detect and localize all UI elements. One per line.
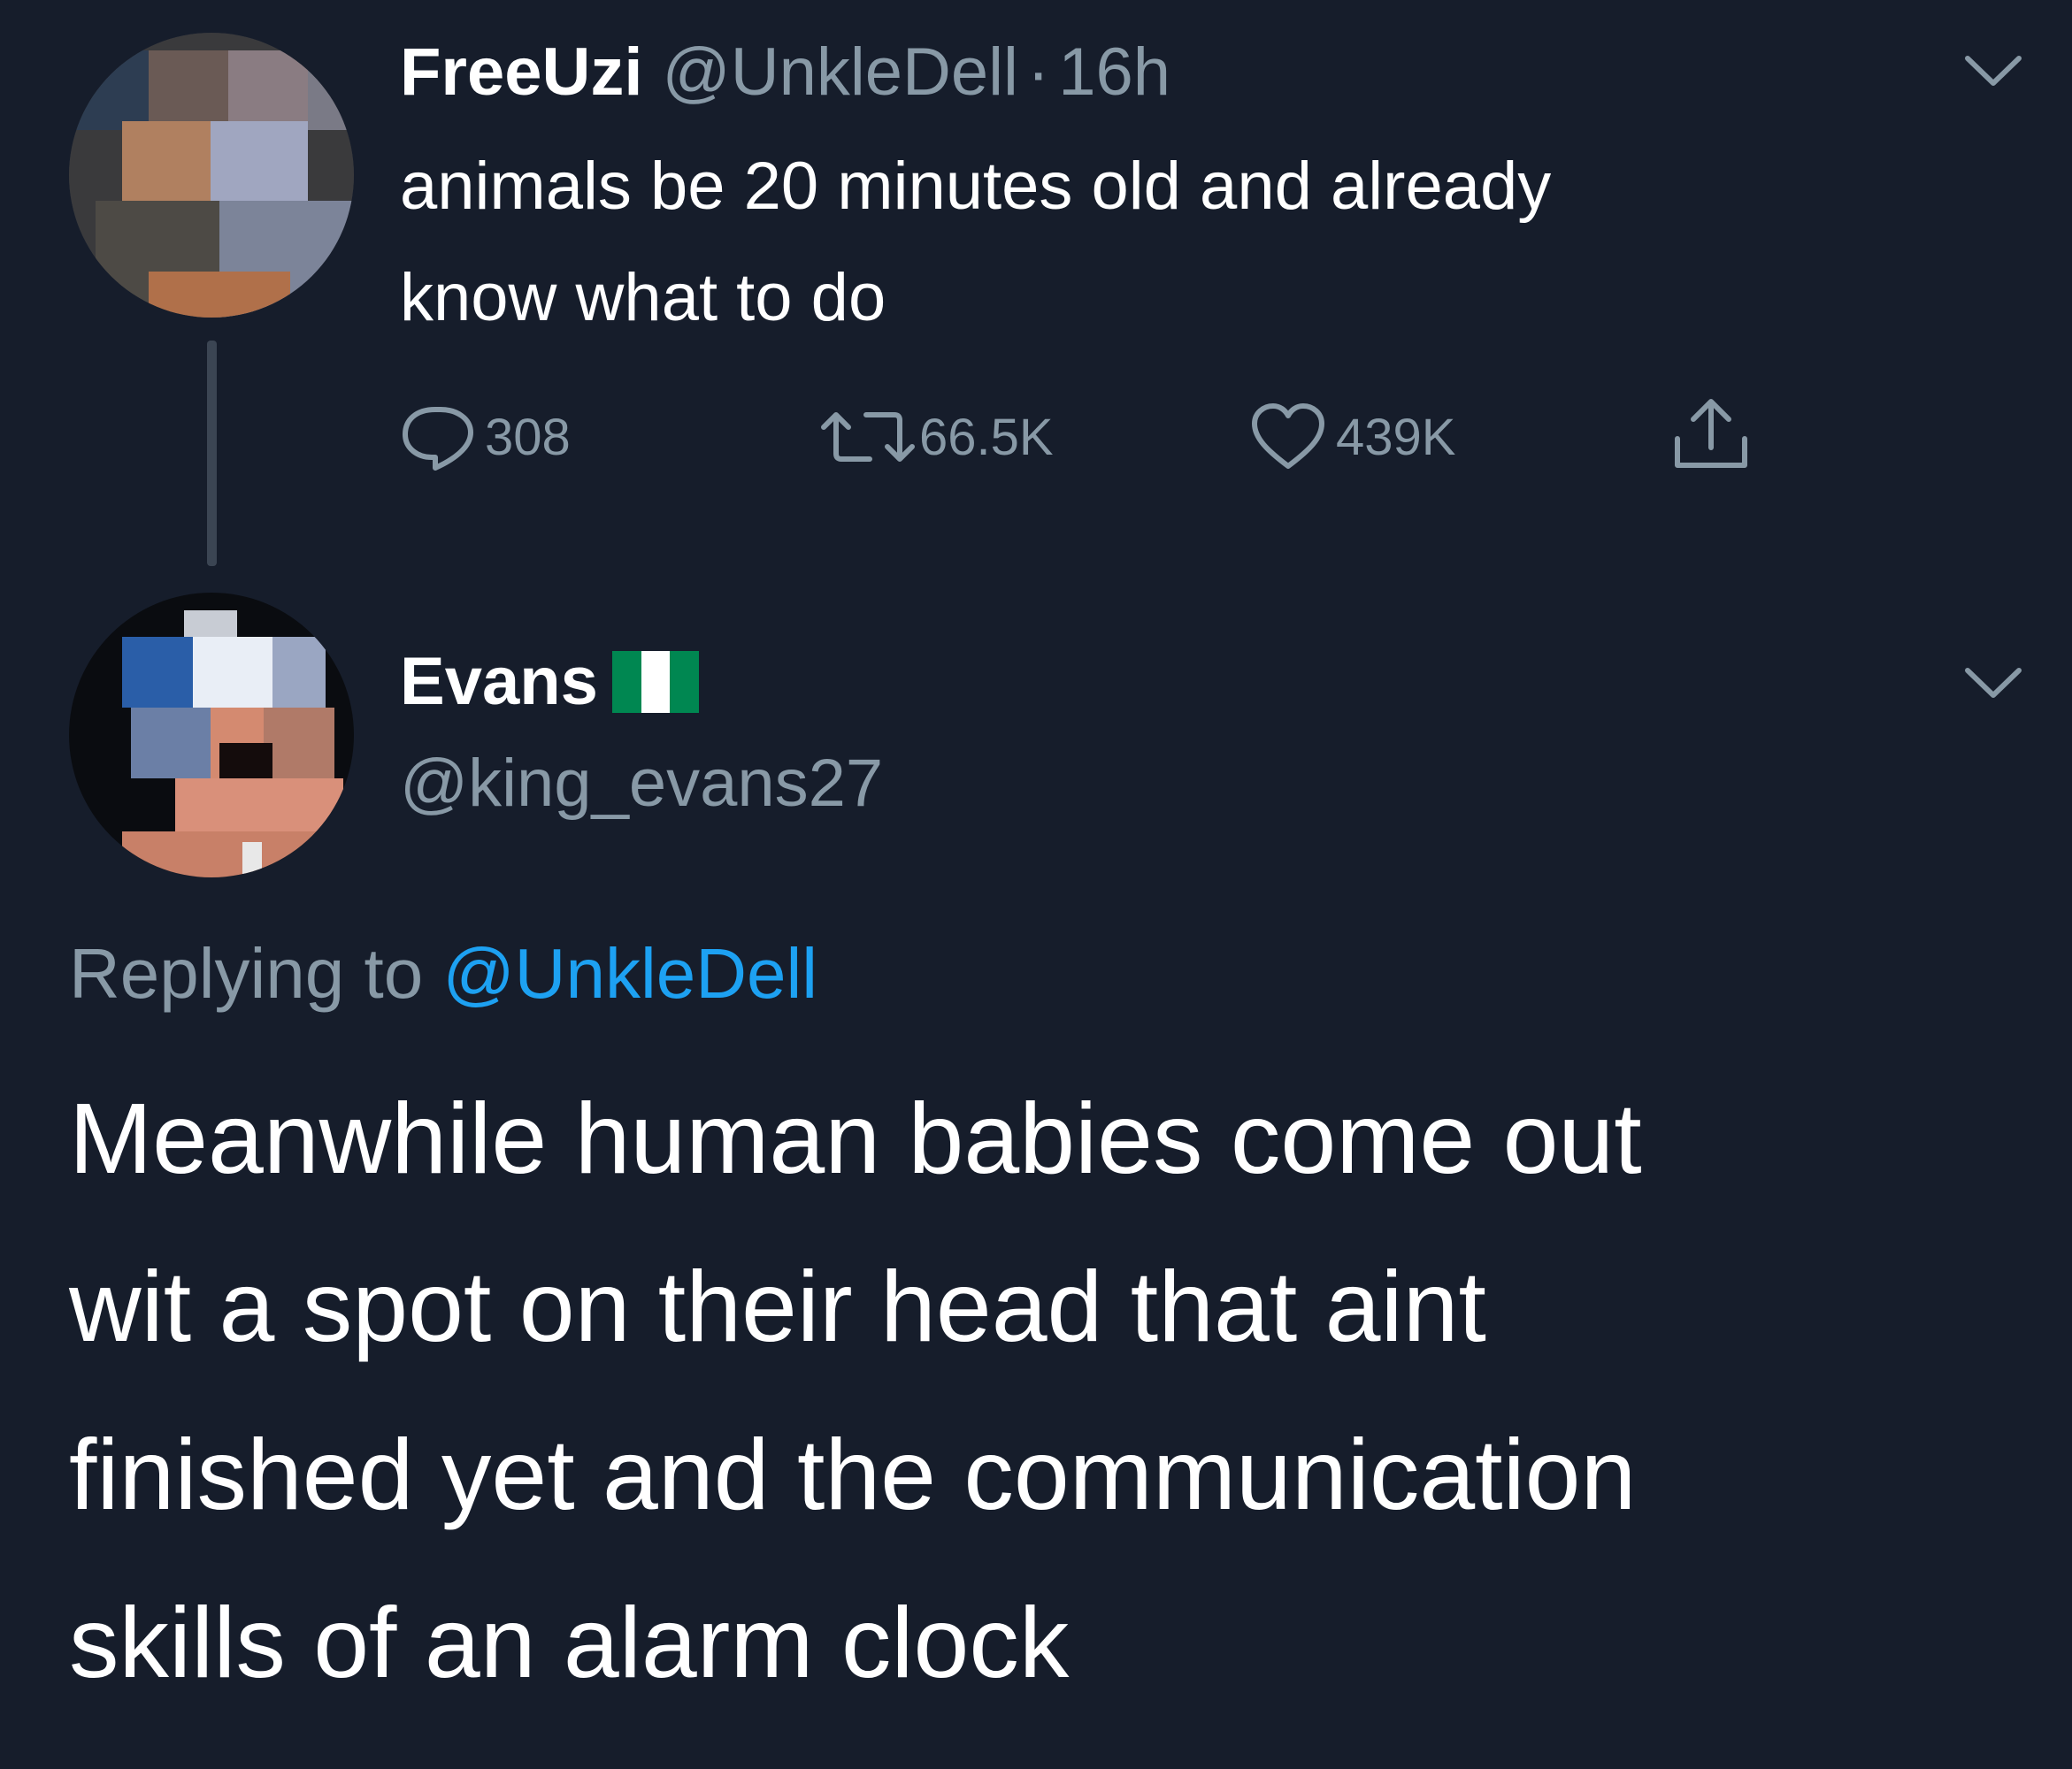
avatar-pixel <box>272 637 326 708</box>
separator-dot: · <box>1026 34 1050 110</box>
chevron-down-icon[interactable] <box>1962 51 2024 90</box>
reply-text-line: Meanwhile human babies come out <box>69 1083 1642 1194</box>
replying-to-label: Replying to <box>69 934 424 1013</box>
avatar-pixel <box>219 743 272 778</box>
avatar-pixel <box>264 708 334 778</box>
retweet-button[interactable]: 66.5K <box>818 402 1054 471</box>
user-handle[interactable]: @king_evans27 <box>400 745 883 822</box>
tweet-text-line: animals be 20 minutes old and already <box>400 149 1552 224</box>
tweet-time[interactable]: 16h <box>1058 34 1170 111</box>
replying-to: Replying to @UnkleDell <box>69 933 817 1015</box>
heart-icon <box>1252 403 1324 469</box>
display-name[interactable]: FreeUzi <box>400 34 643 111</box>
avatar-pixel <box>131 708 211 778</box>
reply-text-line: finished yet and the communication <box>69 1419 1637 1530</box>
nigeria-flag-icon <box>611 650 699 713</box>
tweet-text-line: know what to do <box>400 260 886 335</box>
avatar-pixel <box>228 50 308 130</box>
reply-header: Evans <box>400 643 699 720</box>
avatar-pixel <box>242 842 262 874</box>
reply-count: 308 <box>485 408 571 466</box>
avatar-freeuzi[interactable] <box>69 33 354 318</box>
like-count: 439K <box>1336 408 1456 466</box>
avatar-pixel <box>122 831 334 877</box>
avatar-evans[interactable] <box>69 593 354 877</box>
reply-button[interactable]: 308 <box>400 402 571 471</box>
avatar-pixel <box>308 50 354 130</box>
reply-text: Meanwhile human babies come out wit a sp… <box>69 1054 1642 1727</box>
retweet-count: 66.5K <box>919 408 1054 466</box>
like-button[interactable]: 439K <box>1249 402 1455 471</box>
avatar-pixel <box>69 50 149 130</box>
display-name[interactable]: Evans <box>400 643 598 720</box>
thread-connector-line <box>207 341 217 566</box>
avatar-pixel <box>211 121 308 201</box>
chevron-down-icon[interactable] <box>1962 663 2024 702</box>
replying-to-link[interactable]: @UnkleDell <box>442 934 817 1013</box>
reply-text-line: wit a spot on their head that aint <box>69 1251 1486 1362</box>
avatar-pixel <box>149 50 228 130</box>
share-icon[interactable] <box>1670 396 1752 472</box>
tweet-text: animals be 20 minutes old and already kn… <box>400 131 1551 354</box>
tweet-thread: FreeUzi @UnkleDell · 16h animals be 20 m… <box>0 0 2072 1769</box>
tweet-header: FreeUzi @UnkleDell · 16h <box>400 34 1170 111</box>
retweet-icon <box>821 412 915 462</box>
avatar-pixel <box>122 637 193 708</box>
user-handle[interactable]: @UnkleDell <box>663 34 1018 111</box>
reply-text-line: skills of an alarm clock <box>69 1587 1070 1698</box>
avatar-pixel <box>193 637 272 708</box>
avatar-pixel <box>175 778 343 831</box>
comment-icon <box>403 407 473 471</box>
avatar-pixel <box>149 272 290 318</box>
avatar-pixel <box>122 121 211 201</box>
